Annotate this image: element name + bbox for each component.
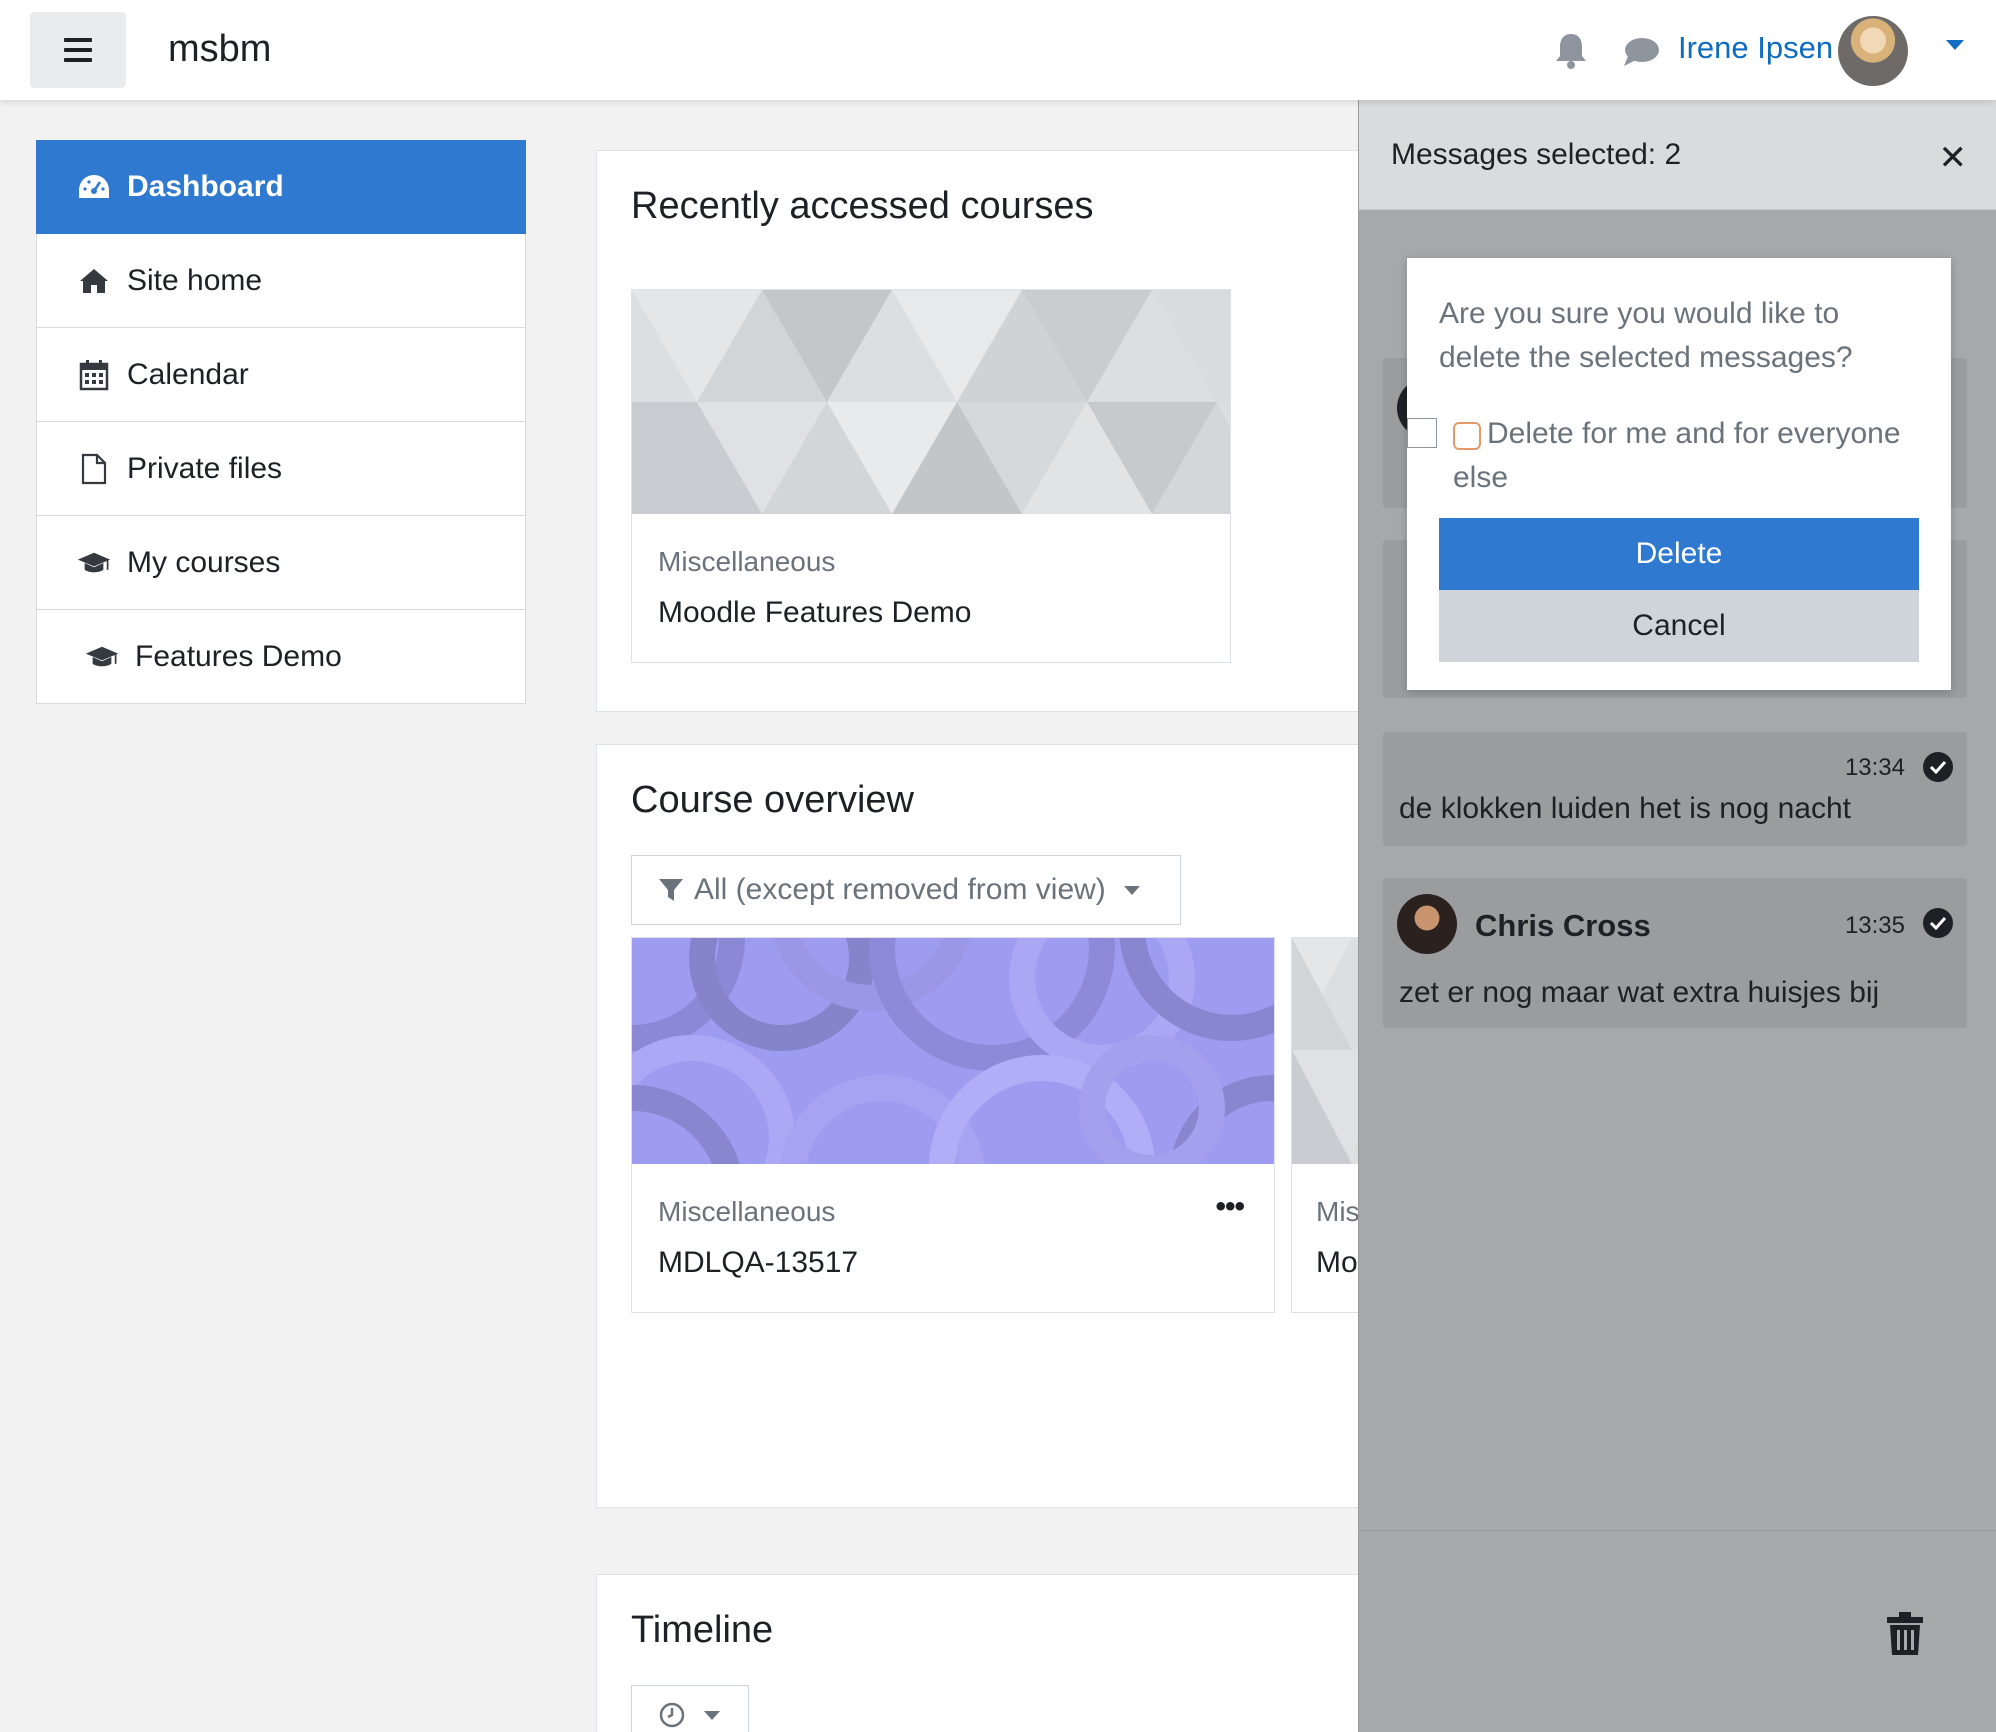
course-card[interactable]: Miscellaneous Moodle Features Demo: [631, 289, 1231, 663]
file-icon: [77, 452, 111, 486]
home-icon: [77, 264, 111, 298]
nav-drawer: Dashboard Site home Calendar Private fil…: [0, 100, 566, 1732]
top-navbar: msbm Irene Ipsen: [0, 0, 1996, 100]
sidebar-item-private-files[interactable]: Private files: [36, 422, 526, 516]
user-avatar[interactable]: [1838, 16, 1908, 86]
filter-label: All (except removed from view): [694, 873, 1106, 906]
course-category: Mis: [1316, 1196, 1360, 1227]
caret-down-icon: [1123, 885, 1140, 895]
sidebar-item-label: Private files: [127, 451, 283, 485]
messages-selected-count: Messages selected: 2: [1391, 138, 1682, 171]
course-category: Miscellaneous: [658, 1196, 836, 1227]
block-title: Course overview: [631, 779, 914, 821]
check-icon[interactable]: [1923, 752, 1953, 782]
cancel-button[interactable]: Cancel: [1439, 590, 1919, 662]
check-icon[interactable]: [1923, 908, 1953, 938]
bell-icon[interactable]: [1553, 32, 1589, 70]
calendar-icon: [77, 358, 111, 392]
course-card[interactable]: ••• Miscellaneous MDLQA-13517: [631, 937, 1275, 1313]
course-category: Miscellaneous: [658, 546, 836, 577]
sidebar-item-my-courses[interactable]: My courses: [36, 516, 526, 610]
message-text: de klokken luiden het is nog nacht: [1399, 792, 1851, 825]
graduation-cap-icon: [85, 640, 119, 674]
caret-down-icon[interactable]: [1946, 40, 1964, 50]
site-name[interactable]: msbm: [168, 28, 271, 71]
menu-toggle-button[interactable]: [30, 12, 126, 88]
message-time: 13:34: [1844, 754, 1905, 781]
dashboard-icon: [77, 170, 111, 204]
sidebar-item-site-home[interactable]: Site home: [36, 234, 526, 328]
nav-list: Dashboard Site home Calendar Private fil…: [36, 140, 526, 704]
main-region: Recently accessed courses Miscellaneous …: [566, 100, 1496, 1732]
delete-confirm-dialog: Are you sure you would like to delete th…: [1407, 258, 1951, 690]
filter-icon: [659, 879, 683, 901]
chat-icon[interactable]: [1622, 36, 1660, 68]
clock-icon: [659, 1702, 685, 1728]
dialog-question: Are you sure you would like to delete th…: [1439, 297, 1853, 374]
timeline-filter-dropdown[interactable]: [631, 1685, 749, 1732]
message-text: zet er nog maar wat extra huisjes bij: [1399, 976, 1880, 1009]
delete-for-everyone-label[interactable]: Delete for me and for everyone else: [1453, 412, 1933, 500]
course-name[interactable]: Moodle Features Demo: [658, 596, 971, 630]
block-title: Timeline: [631, 1609, 774, 1651]
caret-down-icon: [704, 1710, 720, 1720]
close-icon[interactable]: ✕: [1939, 138, 1968, 178]
message-drawer: Messages selected: 2 ✕ 13:34 de klokken …: [1358, 100, 1996, 1732]
sidebar-item-dashboard[interactable]: Dashboard: [36, 140, 526, 234]
menu-icon: [64, 38, 92, 42]
message-sender: Chris Cross: [1475, 908, 1651, 943]
sidebar-item-calendar[interactable]: Calendar: [36, 328, 526, 422]
course-filter-dropdown[interactable]: All (except removed from view): [631, 855, 1181, 925]
block-title: Recently accessed courses: [631, 185, 1094, 227]
sidebar-item-label: My courses: [127, 545, 281, 579]
user-menu-name[interactable]: Irene Ipsen: [1678, 30, 1833, 66]
graduation-cap-icon: [77, 546, 111, 580]
sidebar-item-label: Calendar: [127, 357, 249, 391]
course-image[interactable]: [632, 938, 1274, 1164]
delete-button[interactable]: Delete: [1439, 518, 1919, 590]
sidebar-item-label: Features Demo: [135, 639, 342, 673]
message-bubble[interactable]: 13:34 de klokken luiden het is nog nacht: [1383, 732, 1967, 846]
message-bubble[interactable]: Chris Cross 13:35 zet er nog maar wat ex…: [1383, 878, 1967, 1028]
message-time: 13:35: [1844, 912, 1905, 939]
sidebar-item-features-demo[interactable]: Features Demo: [36, 610, 526, 704]
sidebar-item-label: Site home: [127, 263, 263, 297]
sidebar-item-label: Dashboard: [127, 170, 284, 203]
trash-icon[interactable]: [1885, 1611, 1925, 1657]
avatar: [1397, 894, 1457, 954]
more-options-icon[interactable]: •••: [1215, 1190, 1244, 1224]
course-name[interactable]: MDLQA-13517: [658, 1246, 858, 1280]
course-name[interactable]: Mo: [1316, 1246, 1358, 1280]
message-drawer-footer: [1359, 1530, 1996, 1732]
course-image[interactable]: [632, 290, 1230, 514]
message-drawer-header: Messages selected: 2 ✕: [1359, 100, 1996, 210]
checkbox[interactable]: [1407, 418, 1437, 448]
